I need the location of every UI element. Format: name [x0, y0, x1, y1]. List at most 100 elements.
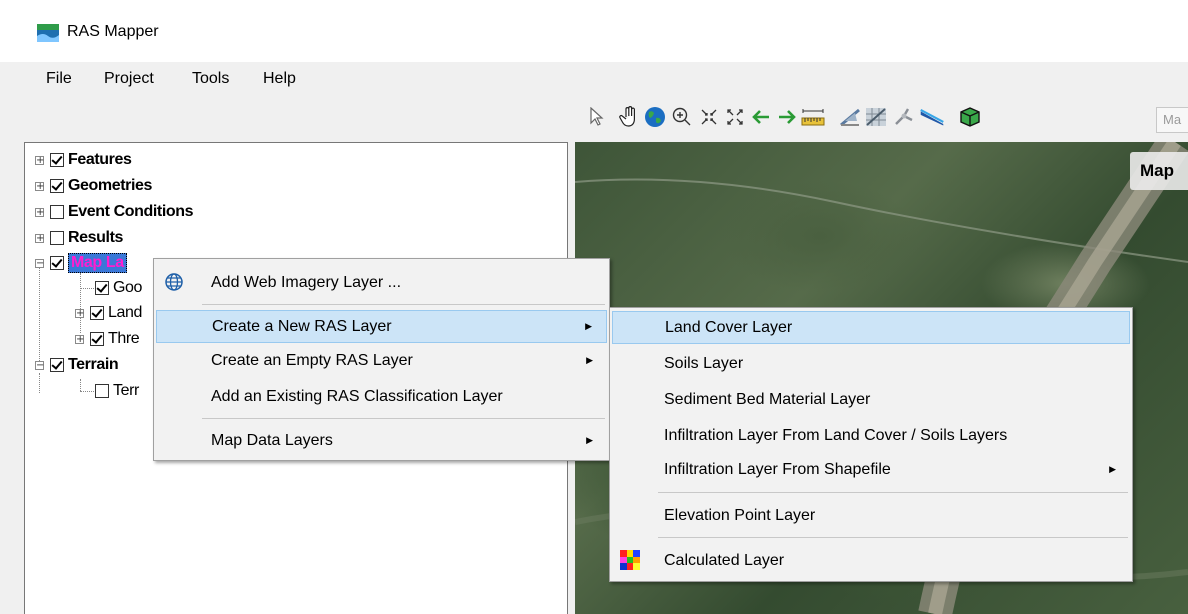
tree-node-label: Terr: [113, 382, 139, 399]
tree-node-event-conditions[interactable]: + Event Conditions: [35, 201, 194, 223]
expand-plus-icon[interactable]: +: [35, 155, 44, 165]
context-menu: Add Web Imagery Layer ... Create a New R…: [153, 258, 610, 461]
zoom-extent-icon[interactable]: [723, 104, 747, 130]
tree-node-label: Geometries: [68, 177, 153, 194]
submenu-arrow-icon: ▶: [586, 355, 593, 365]
submenu-arrow-icon: ▶: [586, 435, 593, 445]
menu-item-label: Infiltration Layer From Shapefile: [664, 461, 891, 478]
map-layers-checkbox[interactable]: [50, 256, 64, 270]
event-conditions-checkbox[interactable]: [50, 205, 64, 219]
terrain-layer-checkbox[interactable]: [95, 384, 109, 398]
expand-plus-icon[interactable]: +: [35, 207, 44, 217]
menu-item-label: Soils Layer: [664, 355, 744, 372]
tree-node-features[interactable]: + Features: [35, 149, 132, 171]
tree-node-label: Results: [68, 229, 123, 246]
tree-node-results[interactable]: + Results: [35, 227, 123, 249]
menu-item-add-existing-classification[interactable]: Add an Existing RAS Classification Layer: [156, 380, 607, 413]
tree-node-terrains[interactable]: − Terrain: [35, 354, 119, 376]
menu-item-label: Elevation Point Layer: [664, 507, 816, 524]
menu-item-infiltration-from-landcover-soils[interactable]: Infiltration Layer From Land Cover / Soi…: [612, 419, 1130, 452]
menu-separator: [202, 304, 605, 305]
three-layer-checkbox[interactable]: [90, 332, 104, 346]
tree-connector: [80, 288, 94, 289]
geometries-checkbox[interactable]: [50, 179, 64, 193]
expand-plus-icon[interactable]: +: [75, 334, 84, 344]
river-line-icon[interactable]: [920, 104, 944, 130]
menu-item-label: Calculated Layer: [664, 552, 785, 569]
menu-item-calculated-layer[interactable]: Calculated Layer: [612, 544, 1130, 577]
menu-bar: File Project Tools Help: [0, 62, 1188, 96]
tree-connector: [80, 379, 81, 391]
pan-hand-icon[interactable]: [617, 104, 641, 130]
expand-plus-icon[interactable]: +: [75, 308, 84, 318]
tree-node-three[interactable]: + Thre: [75, 328, 140, 350]
tree-connector: [39, 373, 40, 393]
google-layer-checkbox[interactable]: [95, 281, 109, 295]
title-bar: RAS Mapper: [0, 0, 1188, 62]
zoom-full-icon[interactable]: [697, 104, 721, 130]
map-search-box[interactable]: Ma: [1156, 107, 1188, 133]
tree-node-land[interactable]: + Land: [75, 302, 142, 324]
tree-connector: [80, 391, 94, 392]
tree-node-map-layers[interactable]: − Map La: [35, 252, 127, 274]
expand-plus-icon[interactable]: +: [35, 181, 44, 191]
tree-node-label: Terrain: [68, 356, 119, 373]
tree-node-label: Event Conditions: [68, 203, 194, 220]
tree-connector: [39, 265, 40, 365]
menu-item-label: Infiltration Layer From Land Cover / Soi…: [664, 427, 1008, 444]
raster-grid-icon[interactable]: [864, 104, 888, 130]
menu-item-label: Map Data Layers: [211, 432, 333, 449]
submenu-arrow-icon: ▶: [1109, 464, 1116, 474]
profile-line-icon[interactable]: [838, 104, 862, 130]
menu-separator: [658, 492, 1128, 493]
expand-plus-icon[interactable]: +: [35, 233, 44, 243]
results-checkbox[interactable]: [50, 231, 64, 245]
globe-icon[interactable]: [643, 104, 667, 130]
menu-item-sediment-bed-material-layer[interactable]: Sediment Bed Material Layer: [612, 383, 1130, 416]
calculated-layer-icon: [620, 550, 640, 570]
map-overlay-label: Map: [1130, 152, 1188, 190]
forward-arrow-icon[interactable]: [775, 104, 799, 130]
zoom-in-icon[interactable]: [670, 104, 694, 130]
measure-ruler-icon[interactable]: [801, 104, 825, 130]
flow-icon[interactable]: [892, 104, 916, 130]
cube-3d-icon[interactable]: [958, 104, 982, 130]
menu-item-label: Create an Empty RAS Layer: [211, 352, 413, 369]
collapse-minus-icon[interactable]: −: [35, 258, 44, 268]
menu-item-label: Add an Existing RAS Classification Layer: [211, 388, 503, 405]
menu-project[interactable]: Project: [98, 67, 160, 91]
menu-separator: [202, 418, 605, 419]
menu-item-label: Create a New RAS Layer: [212, 318, 392, 335]
menu-item-label: Sediment Bed Material Layer: [664, 391, 871, 408]
collapse-minus-icon[interactable]: −: [35, 360, 44, 370]
tree-node-terrain[interactable]: Terr: [95, 380, 139, 402]
tree-node-label: Thre: [108, 330, 140, 347]
tree-node-geometries[interactable]: + Geometries: [35, 175, 152, 197]
ras-mapper-app-icon: [37, 24, 59, 42]
toolbar: [0, 96, 1188, 142]
menu-help[interactable]: Help: [257, 67, 302, 91]
menu-separator: [658, 537, 1128, 538]
menu-tools[interactable]: Tools: [186, 67, 235, 91]
menu-file[interactable]: File: [40, 67, 78, 91]
window-title: RAS Mapper: [67, 23, 159, 40]
menu-item-label: Land Cover Layer: [665, 319, 793, 336]
terrains-checkbox[interactable]: [50, 358, 64, 372]
tree-node-label: Land: [108, 304, 142, 321]
menu-item-infiltration-from-shapefile[interactable]: Infiltration Layer From Shapefile ▶: [612, 453, 1130, 486]
globe-icon: [165, 273, 183, 291]
features-checkbox[interactable]: [50, 153, 64, 167]
menu-item-elevation-point-layer[interactable]: Elevation Point Layer: [612, 499, 1130, 532]
menu-item-create-empty-ras-layer[interactable]: Create an Empty RAS Layer ▶: [156, 344, 607, 377]
menu-item-map-data-layers[interactable]: Map Data Layers ▶: [156, 424, 607, 457]
tree-node-label: Map La: [68, 253, 127, 273]
menu-item-create-new-ras-layer[interactable]: Create a New RAS Layer ▶: [156, 310, 607, 343]
menu-item-soils-layer[interactable]: Soils Layer: [612, 347, 1130, 380]
select-arrow-icon[interactable]: [585, 104, 609, 130]
menu-item-land-cover-layer[interactable]: Land Cover Layer: [612, 311, 1130, 344]
land-layer-checkbox[interactable]: [90, 306, 104, 320]
menu-item-add-web-imagery[interactable]: Add Web Imagery Layer ...: [156, 266, 607, 299]
submenu-create-new-ras-layer: Land Cover Layer Soils Layer Sediment Be…: [609, 307, 1133, 582]
tree-node-google[interactable]: Goo: [95, 277, 142, 299]
back-arrow-icon[interactable]: [749, 104, 773, 130]
